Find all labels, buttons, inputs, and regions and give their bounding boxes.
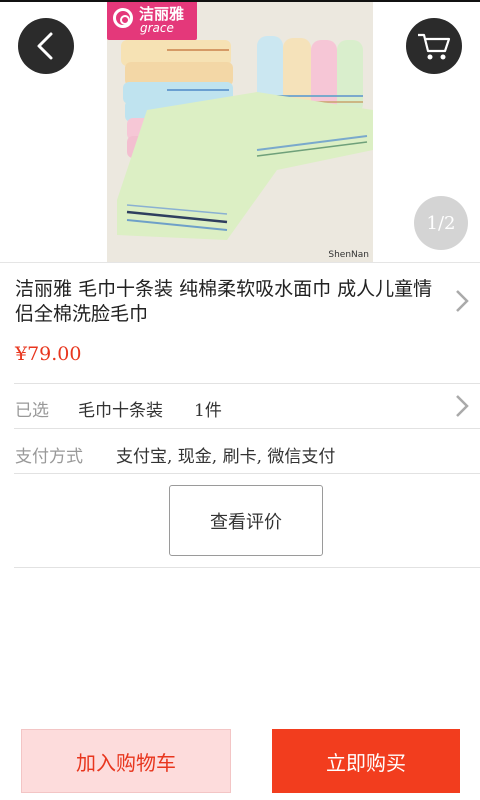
selected-label: 已选	[15, 401, 49, 421]
payment-label: 支付方式	[15, 447, 83, 467]
divider	[14, 567, 480, 568]
chevron-left-icon	[37, 32, 53, 60]
product-image[interactable]: 洁丽雅 grace ShenNan	[107, 0, 373, 262]
status-strip	[0, 0, 480, 2]
logo-ring-icon	[113, 8, 133, 28]
image-watermark: ShenNan	[328, 250, 369, 260]
add-to-cart-button[interactable]: 加入购物车	[21, 729, 231, 793]
payment-value: 支付宝, 现金, 刷卡, 微信支付	[116, 447, 336, 467]
selected-quantity: 1件	[194, 401, 222, 421]
product-info-row[interactable]: 洁丽雅 毛巾十条装 纯棉柔软吸水面巾 成人儿童情侣全棉洗脸毛巾 ¥79.00	[0, 262, 480, 385]
divider	[14, 473, 480, 474]
brand-logo: 洁丽雅 grace	[107, 0, 197, 40]
logo-en-text: grace	[140, 21, 174, 35]
payment-method-row: 支付方式 支付宝, 现金, 刷卡, 微信支付	[0, 429, 480, 473]
image-page-indicator: 1/2	[414, 196, 468, 250]
shopping-cart-icon	[418, 33, 451, 60]
chevron-right-icon	[456, 395, 469, 417]
product-title: 洁丽雅 毛巾十条装 纯棉柔软吸水面巾 成人儿童情侣全棉洗脸毛巾	[15, 278, 433, 325]
cart-button[interactable]	[406, 18, 462, 74]
back-button[interactable]	[18, 18, 74, 74]
selected-spec-row[interactable]: 已选 毛巾十条装 1件	[0, 384, 480, 428]
selected-value: 毛巾十条装	[78, 401, 163, 421]
view-reviews-button[interactable]: 查看评价	[169, 485, 323, 556]
buy-now-button[interactable]: 立即购买	[272, 729, 460, 793]
chevron-right-icon	[456, 290, 469, 312]
product-image-carousel[interactable]: 洁丽雅 grace ShenNan 1/2	[0, 0, 480, 262]
product-price: ¥79.00	[15, 343, 82, 365]
